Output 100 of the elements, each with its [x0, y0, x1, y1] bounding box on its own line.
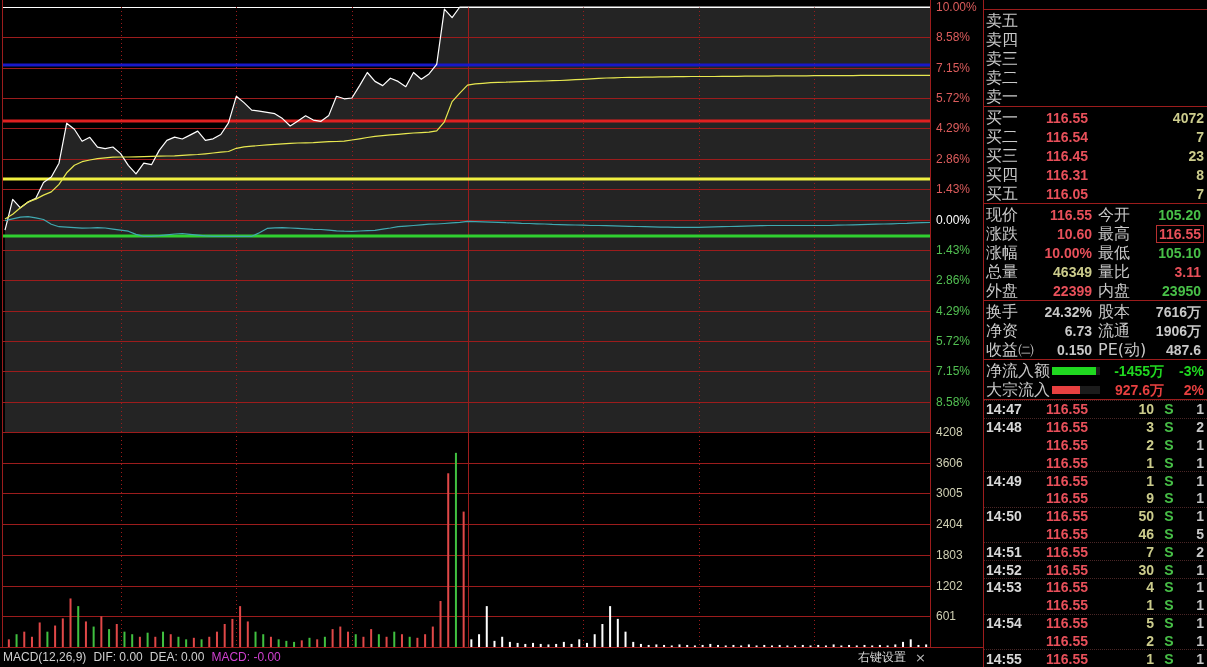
volume-bar: [778, 644, 781, 647]
volume-bar: [424, 634, 427, 647]
volume-bar: [115, 624, 118, 647]
bid-volume: 7: [1196, 185, 1204, 202]
trade-count: 2: [1195, 543, 1204, 560]
quote-label: 总量: [986, 262, 1019, 281]
trade-time: 14:47: [986, 401, 1022, 418]
volume-bar: [15, 634, 18, 647]
volume-bar: [323, 636, 326, 647]
quote-label: 最低: [1098, 243, 1130, 262]
volume-bar: [223, 624, 226, 647]
trade-volume: 30: [1137, 561, 1154, 578]
settings-link[interactable]: 右键设置: [858, 650, 907, 665]
axis-label: 7.15%: [936, 364, 971, 379]
volume-bar: [478, 634, 481, 647]
stat-value: 6.73: [1063, 321, 1093, 340]
trade-volume: 1: [1145, 650, 1154, 667]
volume-bar: [77, 606, 80, 647]
volume-bar: [61, 618, 64, 647]
quote-value: 3.11: [1173, 262, 1202, 281]
axis-label: 4.29%: [936, 121, 971, 136]
trade-price: 116.55: [1046, 650, 1090, 667]
volume-bar: [123, 631, 126, 647]
trade-time: 14:49: [986, 472, 1022, 489]
volume-bar: [277, 639, 280, 647]
volume-bar: [354, 634, 357, 647]
volume-bar: [663, 644, 666, 647]
trade-volume: 2: [1145, 632, 1154, 649]
trade-time: 14:48: [986, 419, 1022, 436]
volume-bar: [239, 606, 242, 647]
close-button[interactable]: ×: [913, 650, 928, 665]
volume-bar: [108, 629, 111, 647]
trade-side: S: [1163, 579, 1175, 596]
volume-bar: [678, 644, 681, 647]
trade-count: 2: [1195, 419, 1204, 436]
stat-label: PE(动): [1098, 340, 1147, 359]
volume-bar: [655, 644, 658, 647]
volume-bar: [293, 641, 296, 647]
volume-bar: [362, 636, 365, 647]
volume-bar: [925, 644, 928, 647]
volume-bar: [300, 640, 303, 647]
axis-label: 1.43%: [936, 182, 971, 197]
volume-bar: [863, 644, 866, 647]
indicator-text: DIF: 0.00: [93, 650, 143, 665]
trade-side: S: [1163, 650, 1175, 667]
trade-count: 1: [1195, 632, 1204, 649]
trade-time: 14:50: [986, 508, 1022, 525]
bid-price: 116.45: [1046, 147, 1089, 164]
volume-bar: [593, 634, 596, 647]
quote-label: 内盘: [1098, 281, 1130, 300]
axis-label: 3005: [936, 486, 963, 501]
quote-value: 10.60: [1055, 224, 1093, 243]
trade-volume: 9: [1145, 490, 1154, 507]
quote-label: 涨幅: [986, 243, 1019, 262]
trade-volume: 2: [1145, 437, 1154, 453]
stat-value: 0.150: [1055, 340, 1093, 359]
bid-label: 买一: [986, 108, 1019, 127]
trade-volume: 50: [1137, 508, 1154, 525]
axis-label: 5.72%: [936, 334, 971, 349]
trade-price: 116.55: [1046, 597, 1090, 614]
trade-volume: 1: [1145, 472, 1154, 489]
volume-bar: [393, 631, 396, 647]
trade-side: S: [1163, 614, 1175, 631]
volume-bar: [524, 643, 527, 647]
quote-value: 116.55: [1048, 205, 1093, 224]
stat-label: 换手: [986, 302, 1019, 321]
volume-bar: [555, 643, 558, 647]
quote-value: 10.00%: [1043, 243, 1093, 262]
bid-price: 116.55: [1046, 109, 1089, 126]
bid-price: 116.31: [1046, 166, 1089, 183]
volume-bar: [377, 634, 380, 647]
ask-label: 卖三: [986, 49, 1018, 68]
volume-bar: [269, 636, 272, 647]
trade-time: 14:54: [986, 614, 1022, 631]
volume-bar: [639, 643, 642, 647]
trade-side: S: [1163, 543, 1175, 560]
trade-count: 5: [1195, 525, 1204, 542]
volume-bar: [339, 626, 342, 647]
trade-side: S: [1163, 454, 1175, 471]
trade-price: 116.55: [1046, 472, 1090, 489]
volume-bar: [763, 644, 766, 647]
volume-bar: [262, 634, 265, 647]
volume-bar: [308, 637, 311, 647]
trade-side: S: [1163, 632, 1175, 649]
trade-price: 116.55: [1046, 490, 1090, 507]
bid-label: 买二: [986, 127, 1019, 146]
bid-volume: 23: [1188, 147, 1204, 164]
trade-count: 1: [1195, 597, 1204, 614]
trade-price: 116.55: [1046, 437, 1090, 453]
volume-bar: [431, 626, 434, 647]
trade-price: 116.55: [1046, 525, 1090, 542]
volume-bar: [185, 639, 188, 647]
stat-value: 1906万: [1154, 321, 1202, 340]
trade-count: 1: [1195, 490, 1204, 507]
volume-bar: [709, 643, 712, 647]
trade-price: 116.55: [1046, 561, 1090, 578]
trade-price: 116.55: [1046, 632, 1090, 649]
volume-bar: [732, 644, 735, 647]
volume-bar: [208, 636, 211, 647]
trade-time: 14:51: [986, 543, 1022, 560]
